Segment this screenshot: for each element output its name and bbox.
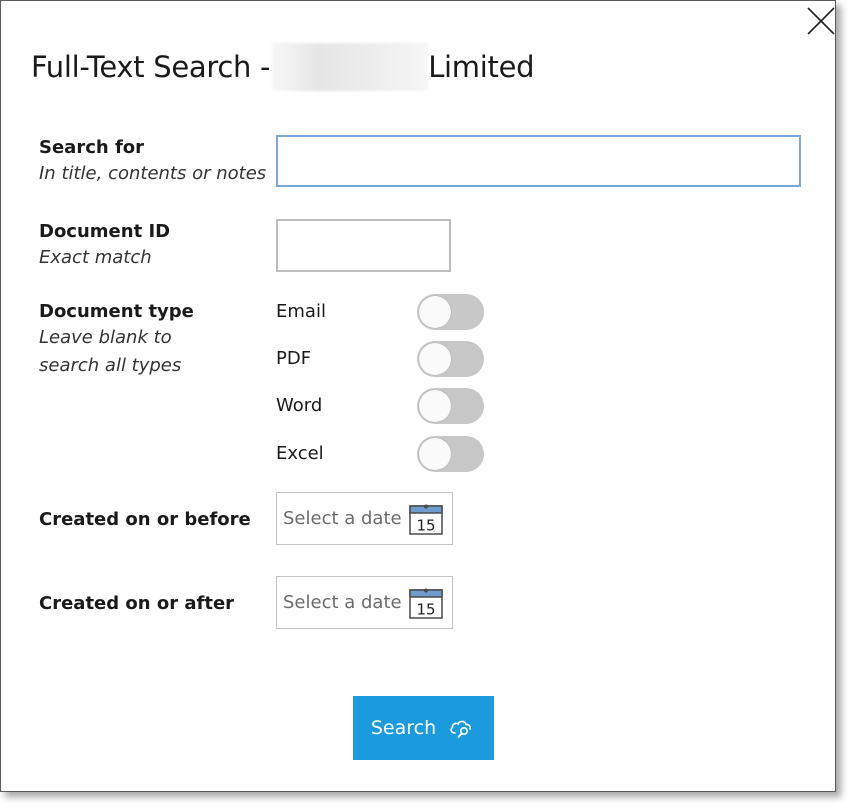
document-type-hint-line1: Leave blank to: [39, 327, 172, 348]
document-id-input[interactable]: [276, 219, 451, 272]
search-for-hint: In title, contents or notes: [39, 163, 267, 184]
created-before-label: Created on or before: [39, 509, 251, 530]
pdf-toggle[interactable]: [417, 341, 484, 377]
document-id-label: Document ID: [39, 221, 171, 242]
toggle-knob: [419, 390, 451, 422]
option-label: Word: [276, 395, 323, 416]
document-type-option-pdf: PDF: [276, 339, 486, 379]
option-label: Email: [276, 301, 326, 322]
search-for-label-group: Search for In title, contents or notes: [39, 136, 266, 188]
excel-toggle[interactable]: [417, 436, 484, 472]
created-after-label-group: Created on or after: [39, 592, 234, 616]
option-label: Excel: [276, 443, 324, 464]
calendar-icon: 15: [409, 587, 443, 619]
created-after-date-picker[interactable]: Select a date 15: [276, 576, 453, 629]
document-type-label-group: Document type Leave blank to search all …: [39, 300, 194, 380]
search-for-label: Search for: [39, 137, 145, 158]
email-toggle[interactable]: [417, 294, 484, 330]
created-before-date-picker[interactable]: Select a date 15: [276, 492, 453, 545]
search-for-input[interactable]: [276, 135, 801, 187]
toggle-knob: [419, 438, 451, 470]
title-suffix: Limited: [428, 50, 535, 84]
document-type-option-email: Email: [276, 292, 486, 332]
document-type-label: Document type: [39, 301, 194, 322]
full-text-search-dialog: Full-Text Search - Limited Search for In…: [0, 0, 836, 792]
close-icon: [807, 7, 835, 35]
date-placeholder: Select a date: [283, 508, 402, 529]
search-button[interactable]: Search: [353, 696, 494, 760]
toggle-knob: [419, 296, 451, 328]
word-toggle[interactable]: [417, 388, 484, 424]
search-cloud-icon: [450, 720, 472, 738]
document-type-option-word: Word: [276, 386, 486, 426]
toggle-knob: [419, 343, 451, 375]
document-id-label-group: Document ID Exact match: [39, 220, 170, 272]
created-before-label-group: Created on or before: [39, 508, 251, 532]
document-type-option-excel: Excel: [276, 434, 486, 474]
option-label: PDF: [276, 348, 312, 369]
search-button-label: Search: [370, 717, 437, 739]
calendar-day: 15: [416, 601, 435, 619]
calendar-day: 15: [416, 517, 435, 535]
document-id-hint: Exact match: [39, 247, 152, 268]
close-button[interactable]: [805, 5, 837, 37]
title-prefix: Full-Text Search -: [31, 50, 271, 84]
date-placeholder: Select a date: [283, 592, 402, 613]
document-type-hint-line2: search all types: [39, 355, 182, 376]
created-after-label: Created on or after: [39, 593, 235, 614]
calendar-icon: 15: [409, 503, 443, 535]
redacted-company-name: [272, 43, 429, 91]
dialog-title: Full-Text Search - Limited: [31, 43, 535, 91]
